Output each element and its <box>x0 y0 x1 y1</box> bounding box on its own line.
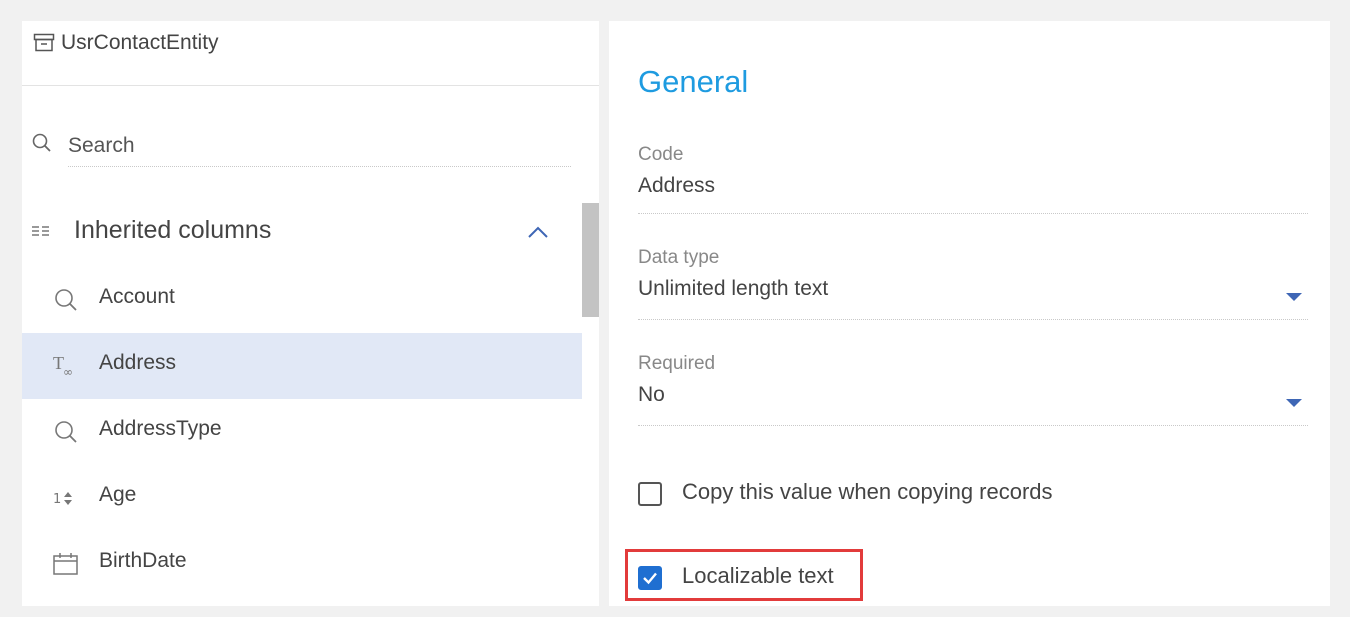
object-designer: UsrContactEntity Inherited columns <box>22 21 1330 606</box>
calendar-icon <box>53 553 78 575</box>
code-label: Code <box>638 144 684 165</box>
svg-text:1: 1 <box>53 492 61 507</box>
integer-type-icon: 1 <box>53 492 72 507</box>
copy-value-checkbox[interactable] <box>638 482 662 506</box>
search-icon <box>32 133 51 152</box>
column-label: Account <box>99 285 175 308</box>
properties-panel: General Code Address Data type Unlimited… <box>609 21 1330 606</box>
code-field[interactable]: Code Address <box>638 144 1308 214</box>
column-label: Address <box>99 351 177 374</box>
copy-value-label: Copy this value when copying records <box>682 479 1053 504</box>
column-list: Account T ∞ Address AddressType 1 Age Bi… <box>22 267 582 597</box>
data-type-label: Data type <box>638 247 720 268</box>
required-select[interactable]: Required No <box>638 353 1308 426</box>
code-value[interactable]: Address <box>638 174 1308 198</box>
column-item-address[interactable]: T ∞ Address <box>22 333 582 399</box>
column-label: Age <box>99 483 137 506</box>
column-item-birthdate[interactable]: BirthDate <box>22 531 582 597</box>
highlight-box <box>625 549 863 601</box>
entity-title: UsrContactEntity <box>61 31 219 54</box>
group-label: Inherited columns <box>74 216 272 244</box>
section-title: General <box>638 64 749 99</box>
lookup-icon <box>55 289 77 311</box>
scrollbar-thumb[interactable] <box>582 203 599 317</box>
lookup-icon <box>55 421 77 443</box>
chevron-up-icon[interactable] <box>527 225 549 239</box>
entity-header: UsrContactEntity <box>22 21 599 86</box>
text-type-icon: T ∞ <box>53 353 73 379</box>
data-type-select[interactable]: Data type Unlimited length text <box>638 247 1308 320</box>
required-label: Required <box>638 353 716 374</box>
required-value[interactable]: No <box>638 383 1308 407</box>
panel-divider <box>599 21 609 606</box>
column-label: AddressType <box>99 417 222 440</box>
copy-value-option[interactable]: Copy this value when copying records <box>638 477 1138 517</box>
data-type-value[interactable]: Unlimited length text <box>638 277 1308 301</box>
inherited-columns-group[interactable]: Inherited columns <box>22 211 582 261</box>
svg-text:∞: ∞ <box>63 365 73 379</box>
column-item-addresstype[interactable]: AddressType <box>22 399 582 465</box>
search-input[interactable] <box>68 126 571 167</box>
columns-panel: UsrContactEntity Inherited columns <box>22 21 599 606</box>
columns-list-icon <box>32 226 49 236</box>
column-item-account[interactable]: Account <box>22 267 582 333</box>
column-item-age[interactable]: 1 Age <box>22 465 582 531</box>
dropdown-caret-icon[interactable] <box>1286 399 1302 407</box>
archive-box-icon <box>33 33 55 52</box>
column-label: BirthDate <box>99 549 187 572</box>
dropdown-caret-icon[interactable] <box>1286 293 1302 301</box>
